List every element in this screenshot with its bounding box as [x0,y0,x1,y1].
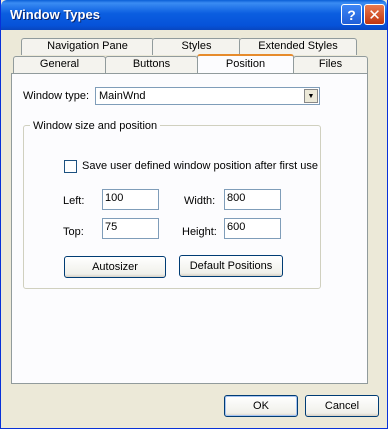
dialog-title: Window Types [10,7,100,22]
tab-label: General [39,58,80,70]
tab-styles[interactable]: Styles [152,38,241,55]
save-position-label[interactable]: Save user defined window position after … [82,160,318,172]
tab-buttons[interactable]: Buttons [105,56,198,73]
height-label: Height: [182,226,217,238]
tab-label: Files [318,58,343,70]
window-type-label: Window type: [23,90,90,102]
ok-button[interactable]: OK [224,395,298,417]
tab-extended-styles[interactable]: Extended Styles [239,38,357,55]
height-input[interactable]: 600 [224,218,281,239]
top-label: Top: [63,226,84,238]
close-icon: ✕ [368,6,381,24]
width-value: 800 [227,192,246,204]
left-input[interactable]: 100 [102,189,159,210]
height-value: 600 [227,221,246,233]
title-bar[interactable]: Window Types ? ✕ [1,0,387,30]
tab-label: Extended Styles [258,40,338,52]
default-positions-button[interactable]: Default Positions [179,255,283,277]
tab-navigation-pane[interactable]: Navigation Pane [21,38,154,55]
window-type-select[interactable]: MainWnd ▼ [95,87,320,105]
autosizer-button[interactable]: Autosizer [64,256,166,278]
cancel-button[interactable]: Cancel [305,395,379,417]
tab-position[interactable]: Position [197,54,294,73]
close-button[interactable]: ✕ [364,4,385,25]
top-input[interactable]: 75 [102,218,159,239]
group-title: Window size and position [30,120,161,132]
width-input[interactable]: 800 [224,189,281,210]
window-type-value: MainWnd [99,90,146,102]
left-value: 100 [105,192,124,204]
save-position-checkbox[interactable] [64,160,77,173]
left-label: Left: [63,195,85,207]
help-icon: ? [347,6,356,23]
tab-general[interactable]: General [13,56,106,73]
tab-label: Styles [181,40,212,52]
width-label: Width: [184,195,216,207]
chevron-down-icon[interactable]: ▼ [304,89,318,103]
help-button[interactable]: ? [341,4,362,25]
tab-label: Navigation Pane [47,40,128,52]
top-value: 75 [105,221,118,233]
tab-label: Buttons [132,58,171,70]
window-types-dialog: Window Types ? ✕ Navigation Pane Styles … [0,0,388,429]
tab-label: Position [225,58,266,70]
tab-files[interactable]: Files [293,56,368,73]
